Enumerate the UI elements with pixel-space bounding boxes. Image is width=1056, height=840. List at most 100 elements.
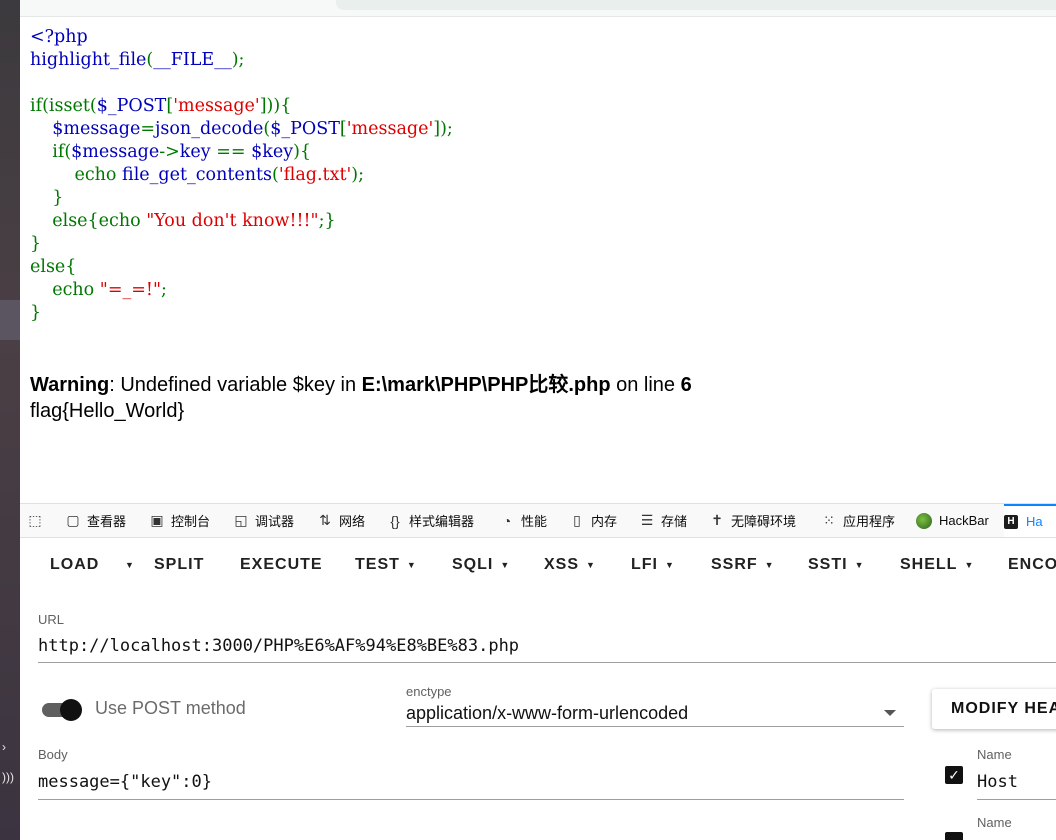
hackbar-button-label: LOAD: [50, 556, 100, 573]
enctype-label: enctype: [406, 684, 452, 699]
code-token: else{echo: [30, 211, 147, 231]
hackbar-button-label: XSS: [544, 556, 580, 573]
header-name-label: Name: [977, 815, 1012, 830]
body-label: Body: [38, 747, 68, 762]
enctype-underline: [406, 726, 904, 727]
devtools-tab-label: 性能: [521, 514, 548, 529]
header-name-input[interactable]: Host: [977, 772, 1018, 792]
code-token: $_POST: [270, 119, 340, 139]
devtools-tab[interactable]: H Ha: [1004, 504, 1056, 537]
url-underline: [38, 662, 1056, 663]
code-token: }: [30, 188, 64, 208]
devtools-tab[interactable]: {} 样式编辑器: [386, 504, 474, 537]
code-token: );: [351, 165, 365, 185]
header-name-label: Name: [977, 747, 1012, 762]
code-token: if(isset(: [30, 96, 97, 116]
chevron-right-icon[interactable]: ›: [2, 740, 6, 754]
post-method-label: Use POST method: [95, 698, 246, 718]
code-line: <?php: [30, 27, 88, 47]
caret-down-icon: ▼: [854, 560, 865, 570]
caret-down-icon: ▼: [586, 560, 596, 570]
caret-down-icon: ▼: [964, 560, 975, 570]
hackbar-button-ssti[interactable]: SSTI ▼: [808, 538, 864, 592]
hackbar-button-label: SPLIT: [154, 556, 205, 573]
desktop-left-edge: › ))): [0, 0, 20, 840]
hackbar-toolbar: LOAD ▼ SPLIT EXECUTE TEST ▼ SQLI ▼ XSS ▼ LFI ▼ SSRF ▼…: [20, 538, 1056, 592]
devtools-tab-label: HackBar: [939, 513, 989, 528]
devtools-tab-label: 查看器: [87, 514, 127, 529]
hackbar-button-xss[interactable]: XSS ▼: [544, 538, 596, 592]
devtools-tab[interactable]: ◱ 调试器: [232, 504, 294, 537]
code-token: =: [140, 119, 155, 139]
code-token: "You don't know!!!": [146, 211, 319, 231]
hackbar-button-lfi[interactable]: LFI ▼: [631, 538, 675, 592]
hackbar-button-label: SSTI: [808, 556, 848, 573]
php-source-code: <?php highlight_file(__FILE__); if(isset…: [30, 26, 453, 325]
hackbar-button-shell[interactable]: SHELL ▼: [900, 538, 974, 592]
code-token: echo: [30, 165, 123, 185]
url-input[interactable]: http://localhost:3000/PHP%E6%AF%94%E8%BE…: [38, 636, 519, 656]
caret-down-icon: ▼: [665, 560, 675, 570]
hackbar-button-label: LFI: [631, 556, 658, 573]
code-line: }: [30, 234, 41, 254]
pick-element-icon: ⬚: [28, 512, 42, 528]
code-token: $key: [251, 142, 294, 162]
speaker-icon[interactable]: ))): [2, 770, 14, 784]
hackbar-button-enco[interactable]: ENCO: [1008, 538, 1056, 592]
code-token: "=_=!": [99, 280, 161, 300]
devtools-tab[interactable]: ✝ 无障碍环境: [708, 504, 796, 537]
devtools-tab[interactable]: ◔ 性能: [498, 504, 547, 537]
devtools-panel: ⬚ ▢ 查看器 ▣ 控制台 ◱ 调试器 ⇅ 网络 {} 样式编辑器 ◔ 性能 ▯ 内存 ☰ 存储 ✝ 无障碍环境 ⁙ 应…: [20, 503, 1056, 840]
devtools-tab[interactable]: ▣ 控制台: [148, 504, 210, 537]
header-checkbox[interactable]: ✓: [945, 766, 963, 784]
hackbar-button-load[interactable]: LOAD: [50, 538, 99, 592]
code-token: else{: [30, 257, 77, 277]
devtools-tab[interactable]: ⬚: [26, 504, 49, 537]
code-line: $message=json_decode($_POST['message']);: [30, 119, 453, 139]
devtools-tab[interactable]: ⇅ 网络: [316, 504, 365, 537]
post-method-toggle[interactable]: [40, 699, 84, 721]
hackbar-button-sqli[interactable]: SQLI ▼: [452, 538, 510, 592]
hackbar-button-label: ENCO: [1008, 556, 1056, 573]
warning-label: Warning: [30, 374, 110, 396]
caret-down-icon: ▼: [406, 560, 417, 570]
code-token: <?php: [30, 27, 88, 47]
warning-path: E:\mark\PHP\PHP比较.php: [361, 374, 611, 396]
devtools-tab[interactable]: ⁙ 应用程序: [820, 504, 895, 537]
inspector-icon: ▢: [66, 512, 80, 528]
devtools-tab-label: Ha: [1026, 514, 1043, 529]
code-line: if($message->key == $key){: [30, 142, 311, 162]
body-input[interactable]: message={"key":0}: [38, 772, 212, 792]
code-token: if(: [30, 142, 72, 162]
enctype-select[interactable]: application/x-www-form-urlencoded: [406, 703, 688, 724]
hackbar-button-execute[interactable]: EXECUTE: [240, 538, 323, 592]
devtools-tab[interactable]: HackBar: [916, 504, 989, 537]
header-checkbox[interactable]: [945, 832, 963, 840]
hackbar-button-label: SHELL: [900, 556, 958, 573]
code-token: ==: [216, 142, 252, 162]
hackbar-button-ssrf[interactable]: SSRF ▼: [711, 538, 775, 592]
hackbar-button-label: SQLI: [452, 556, 494, 573]
hackbar-button-test[interactable]: TEST ▼: [355, 538, 417, 592]
devtools-tab-label: 样式编辑器: [409, 514, 475, 529]
load-dropdown-button[interactable]: ▼: [118, 538, 135, 592]
style-editor-icon: {}: [390, 512, 400, 529]
hackbar-button-split[interactable]: SPLIT: [154, 538, 204, 592]
application-icon: ⁙: [823, 512, 835, 528]
flag-output: flag{Hello_World}: [30, 400, 185, 422]
devtools-tab[interactable]: ▯ 内存: [568, 504, 617, 537]
dropdown-arrow-icon[interactable]: [884, 710, 896, 716]
toggle-thumb: [60, 699, 82, 721]
modify-headers-button[interactable]: MODIFY HEA: [932, 689, 1056, 729]
warning-message: Warning: Undefined variable $key in E:\m…: [30, 372, 692, 398]
warning-text: : Undefined variable $key in: [109, 374, 362, 396]
code-token: ->: [159, 142, 180, 162]
performance-icon: ◔: [502, 512, 512, 529]
code-token: file_get_contents: [122, 165, 273, 185]
devtools-tab[interactable]: ☰ 存储: [638, 504, 687, 537]
code-token: key: [179, 142, 217, 162]
devtools-tab[interactable]: ▢ 查看器: [64, 504, 126, 537]
code-token: );: [231, 50, 245, 70]
code-token: __FILE__: [153, 50, 232, 70]
